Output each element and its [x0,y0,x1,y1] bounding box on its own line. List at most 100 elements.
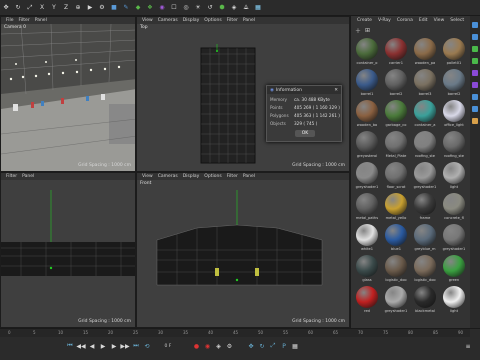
material-swatch[interactable]: blue1 [382,224,410,254]
menu-panel[interactable]: Panel [243,18,255,23]
menu-display[interactable]: Display [183,174,200,179]
material-swatch[interactable]: greyshader1 [440,224,468,254]
lock-icon[interactable]: ◈ [230,3,239,12]
right-viewport[interactable]: Filter Panel Grid Spacing : 1000 cm [0,172,136,328]
rotate-key-icon[interactable]: ↻ [258,342,266,350]
material-swatch[interactable]: light [440,286,468,316]
material-swatch[interactable]: glass [353,255,381,285]
scale-key-icon[interactable]: ⤢ [269,342,277,350]
menu-cameras[interactable]: Cameras [158,174,178,179]
material-swatch[interactable]: green [440,255,468,285]
param-key-icon[interactable]: P [280,342,288,350]
autokey-icon[interactable]: ◉ [204,342,212,350]
material-swatch[interactable]: white1 [353,224,381,254]
menu-panel[interactable]: Panel [243,174,255,179]
material-swatch[interactable]: greyblue_m [411,224,439,254]
go-start-icon[interactable]: ⏮ [66,342,74,350]
loop-icon[interactable]: ⟲ [143,342,151,350]
material-swatch[interactable]: wooden_pa [411,38,439,68]
menu-view[interactable]: View [434,18,445,23]
x-axis-icon[interactable]: X [38,3,47,12]
render-settings-icon[interactable]: ⚙ [98,3,107,12]
material-swatch[interactable]: barrel2 [440,69,468,99]
material-swatch[interactable]: barrel1 [353,69,381,99]
y-axis-icon[interactable]: Y [50,3,59,12]
keyframe-icon[interactable]: ◈ [215,342,223,350]
grid-icon[interactable]: ▦ [254,3,263,12]
material-swatch[interactable]: garbage_co [382,100,410,130]
menu-view[interactable]: View [142,174,153,179]
camera-icon[interactable]: ◎ [182,3,191,12]
pen-icon[interactable]: ✎ [122,3,131,12]
material-swatch[interactable]: logistic_doo [411,255,439,285]
render-icon[interactable]: ▶ [86,3,95,12]
material-swatch[interactable]: metal_paths [353,193,381,223]
field-icon[interactable] [472,82,478,88]
scene-icon[interactable]: ☐ [170,3,179,12]
tag-icon[interactable]: ⬢ [218,3,227,12]
perspective-viewport[interactable]: File Filter Panel Camera 0 Grid Spacing … [0,16,136,172]
material-swatch[interactable]: blackmetal [411,286,439,316]
material-swatch[interactable]: concrete_fl [440,193,468,223]
scale-icon[interactable]: ⤢ [26,3,35,12]
material-swatch[interactable]: frame [411,193,439,223]
play-icon[interactable]: ▶ [99,342,107,350]
material-swatch[interactable]: barrel3 [411,69,439,99]
front-viewport[interactable]: View Cameras Display Options Filter Pane… [136,172,350,328]
generator-icon[interactable] [472,46,478,52]
snap-icon[interactable]: ⟁ [242,3,251,12]
material-swatch[interactable]: wooden_bo [353,100,381,130]
menu-corona[interactable]: Corona [397,18,413,23]
material-swatch[interactable]: barrel2 [382,69,410,99]
material-swatch[interactable]: Metal_Plate [382,131,410,161]
menu-create[interactable]: Create [357,18,372,23]
material-swatch[interactable]: container_o [353,38,381,68]
ok-button[interactable]: OK [295,130,315,137]
prev-frame-icon[interactable]: ◀ [88,342,96,350]
menu-filter[interactable]: Filter [19,18,30,23]
menu-filter[interactable]: Filter [227,18,238,23]
timeline-ruler[interactable]: 0 5 10 15 20 25 30 35 40 45 50 55 60 65 70 75 80 85 90 [0,329,470,337]
menu-options[interactable]: Options [204,174,221,179]
material-swatch[interactable]: carrier1 [382,38,410,68]
next-key-icon[interactable]: ▶▶ [120,342,129,350]
material-swatch[interactable]: red [353,286,381,316]
array-icon[interactable]: ❖ [146,3,155,12]
pla-key-icon[interactable]: ▦ [291,342,299,350]
material-swatch[interactable]: greyshader1 [411,162,439,192]
material-swatch[interactable]: office_light [440,100,468,130]
next-frame-icon[interactable]: ▶ [110,342,118,350]
light-icon[interactable]: ☀ [194,3,203,12]
material-swatch[interactable]: pallet01 [440,38,468,68]
scene-icon[interactable] [472,94,478,100]
material-swatch[interactable]: greyshader1 [382,286,410,316]
move-icon[interactable]: ✥ [2,3,11,12]
material-swatch[interactable]: roofing_ste [440,131,468,161]
object-icon[interactable] [472,22,478,28]
menu-view[interactable]: View [142,18,153,23]
prev-key-icon[interactable]: ◀◀ [76,342,85,350]
menu-edit[interactable]: Edit [419,18,428,23]
mograph-icon[interactable] [472,58,478,64]
deformer-icon[interactable]: ◉ [158,3,167,12]
menu-filter[interactable]: Filter [227,174,238,179]
material-swatch[interactable]: greyshader1 [353,162,381,192]
material-swatch[interactable]: logistic_doo [382,255,410,285]
close-icon[interactable]: ✕ [334,88,338,93]
rotate-icon[interactable]: ↻ [14,3,23,12]
z-axis-icon[interactable]: Z [62,3,71,12]
material-swatch[interactable]: light [440,162,468,192]
subdivision-icon[interactable]: ◆ [134,3,143,12]
light-icon[interactable] [472,118,478,124]
material-swatch[interactable]: floor_scrat [382,162,410,192]
material-swatch[interactable]: container_a [411,100,439,130]
spline-icon[interactable] [472,34,478,40]
cube-icon[interactable]: ■ [110,3,119,12]
material-swatch[interactable]: metal_yello [382,193,410,223]
material-swatch[interactable]: greyasterol [353,131,381,161]
camera-icon[interactable] [472,106,478,112]
menu-vray[interactable]: V-Ray [378,18,391,23]
filter-icon[interactable]: ⊞ [365,27,370,34]
menu-panel[interactable]: Panel [22,174,34,179]
keyframe-settings-icon[interactable]: ⚙ [226,342,234,350]
